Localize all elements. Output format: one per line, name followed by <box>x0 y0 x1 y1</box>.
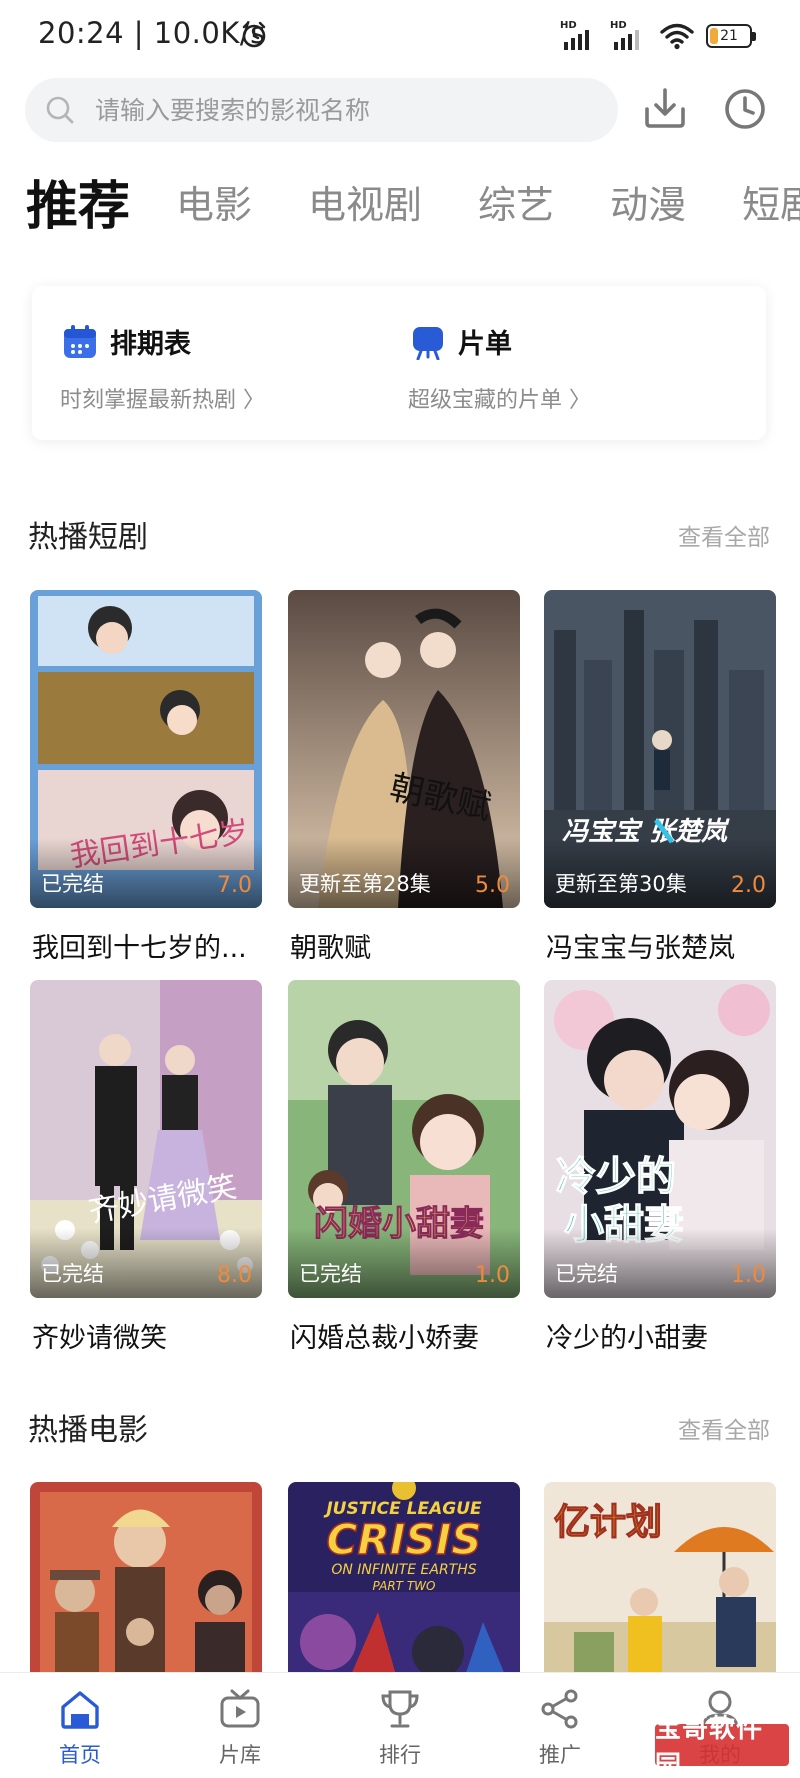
board-icon <box>413 326 443 360</box>
poster-status: 更新至第28集 <box>299 872 431 896</box>
poster-score: 5.0 <box>475 873 510 898</box>
nav-promote-label: 推广 <box>539 1743 581 1767</box>
schedule-title: 排期表 <box>110 329 191 360</box>
signal-icon: HD <box>610 20 648 52</box>
poster-score: 1.0 <box>731 1263 766 1288</box>
poster-status: 已完结 <box>41 1262 104 1286</box>
schedule-subtitle: 时刻掌握最新热剧 〉 <box>60 388 265 413</box>
poster: 齐妙请微笑 已完结 8.0 <box>30 980 262 1298</box>
drama-card[interactable]: 齐妙请微笑 已完结 8.0 齐妙请微笑 <box>30 980 262 1354</box>
poster: 闪婚小甜妻 已完结 1.0 <box>288 980 520 1298</box>
poster-score: 1.0 <box>475 1263 510 1288</box>
poster-title: 齐妙请微笑 <box>32 1323 167 1354</box>
tab-anime[interactable]: 动漫 <box>610 174 686 229</box>
battery-icon: 21 <box>706 24 756 48</box>
search-icon <box>46 96 74 124</box>
nav-home-label: 首页 <box>59 1743 101 1767</box>
status-time: 20:24 | 10.0K/s <box>38 16 266 50</box>
search-input[interactable] <box>95 78 595 142</box>
view-all-hot-movies[interactable]: 查看全部 <box>678 1411 770 1445</box>
section-title-short-drama: 热播短剧 <box>28 520 148 555</box>
poster-status: 更新至第30集 <box>555 872 687 896</box>
drama-card[interactable]: 冯宝宝 张楚岚 更新至第30集 2.0 冯宝宝与张楚岚 <box>544 590 776 964</box>
poster-title: 冷少的小甜妻 <box>546 1323 708 1354</box>
poster-score: 8.0 <box>217 1263 252 1288</box>
playlist-title: 片单 <box>458 329 512 360</box>
category-tabs: 推荐 电影 电视剧 综艺 动漫 短剧 <box>0 160 800 240</box>
signal-icon: HD <box>560 20 598 52</box>
poster: 朝歌赋 更新至第28集 5.0 <box>288 590 520 908</box>
movie-card[interactable]: 亿计划 <box>544 1482 776 1682</box>
movie-card[interactable]: JUSTICE LEAGUE CRISIS ON INFINITE EARTHS… <box>288 1482 520 1682</box>
nav-library[interactable]: 片库 <box>180 1673 300 1778</box>
poster-image: JUSTICE LEAGUE CRISIS ON INFINITE EARTHS… <box>288 1482 520 1682</box>
poster: 冷少的 小甜妻 已完结 1.0 <box>544 980 776 1298</box>
wifi-icon <box>660 23 694 50</box>
search-bar[interactable] <box>25 78 618 142</box>
drama-card[interactable]: 冷少的 小甜妻 已完结 1.0 冷少的小甜妻 <box>544 980 776 1354</box>
poster-status: 已完结 <box>555 1262 618 1286</box>
svg-text:CRISIS: CRISIS <box>327 1515 482 1564</box>
share-icon <box>541 1689 578 1729</box>
poster-image: 亿计划 <box>544 1482 776 1682</box>
svg-text:亿计划: 亿计划 <box>554 1502 662 1543</box>
poster-title: 冯宝宝与张楚岚 <box>546 933 735 964</box>
poster-title: 我回到十七岁的... <box>32 933 247 964</box>
status-bar: 20:24 | 10.0K/s HD HD 21 <box>0 0 800 72</box>
tv-icon <box>220 1689 260 1728</box>
view-all-short-drama[interactable]: 查看全部 <box>678 518 770 552</box>
svg-text:PART TWO: PART TWO <box>373 1579 436 1593</box>
tab-variety[interactable]: 综艺 <box>478 174 554 229</box>
drama-card[interactable]: 我回到十七岁 已完结 7.0 我回到十七岁的... <box>30 590 262 964</box>
poster: 我回到十七岁 已完结 7.0 <box>30 590 262 908</box>
nav-ranking[interactable]: 排行 <box>340 1673 460 1778</box>
nav-ranking-label: 排行 <box>379 1743 421 1767</box>
tab-movie[interactable]: 电影 <box>176 174 252 229</box>
poster-status: 已完结 <box>299 1262 362 1286</box>
nav-library-label: 片库 <box>219 1743 261 1767</box>
poster-score: 2.0 <box>731 873 766 898</box>
svg-text:冷少的: 冷少的 <box>556 1154 676 1200</box>
feature-card: 排期表 时刻掌握最新热剧 〉 片单 超级宝藏的片单 〉 <box>32 286 766 440</box>
drama-card[interactable]: 闪婚小甜妻 已完结 1.0 闪婚总裁小娇妻 <box>288 980 520 1354</box>
download-icon[interactable] <box>642 85 688 131</box>
movie-card[interactable] <box>30 1482 262 1682</box>
trophy-icon <box>381 1690 419 1728</box>
tab-tv-series[interactable]: 电视剧 <box>308 174 422 229</box>
poster-score: 7.0 <box>217 873 252 898</box>
history-icon[interactable] <box>722 86 768 132</box>
poster: 冯宝宝 张楚岚 更新至第30集 2.0 <box>544 590 776 908</box>
watermark-logo: 宝哥软件园 <box>655 1714 789 1778</box>
tab-recommend[interactable]: 推荐 <box>26 164 130 239</box>
poster-image <box>30 1482 262 1682</box>
section-title-hot-movies: 热播电影 <box>28 1413 148 1448</box>
tab-short-drama[interactable]: 短剧 <box>742 174 800 229</box>
calendar-icon <box>64 324 96 358</box>
status-icons: HD HD 21 <box>560 18 756 54</box>
poster-title: 闪婚总裁小娇妻 <box>290 1323 479 1354</box>
home-icon <box>61 1691 99 1729</box>
svg-text:ON INFINITE EARTHS: ON INFINITE EARTHS <box>331 1562 476 1578</box>
nav-home[interactable]: 首页 <box>20 1673 140 1778</box>
nav-promote[interactable]: 推广 <box>500 1673 620 1778</box>
poster-title: 朝歌赋 <box>290 933 371 964</box>
poster-status: 已完结 <box>41 872 104 896</box>
drama-card[interactable]: 朝歌赋 更新至第28集 5.0 朝歌赋 <box>288 590 520 964</box>
playlist-subtitle: 超级宝藏的片单 〉 <box>408 388 591 413</box>
alarm-icon <box>242 21 266 48</box>
